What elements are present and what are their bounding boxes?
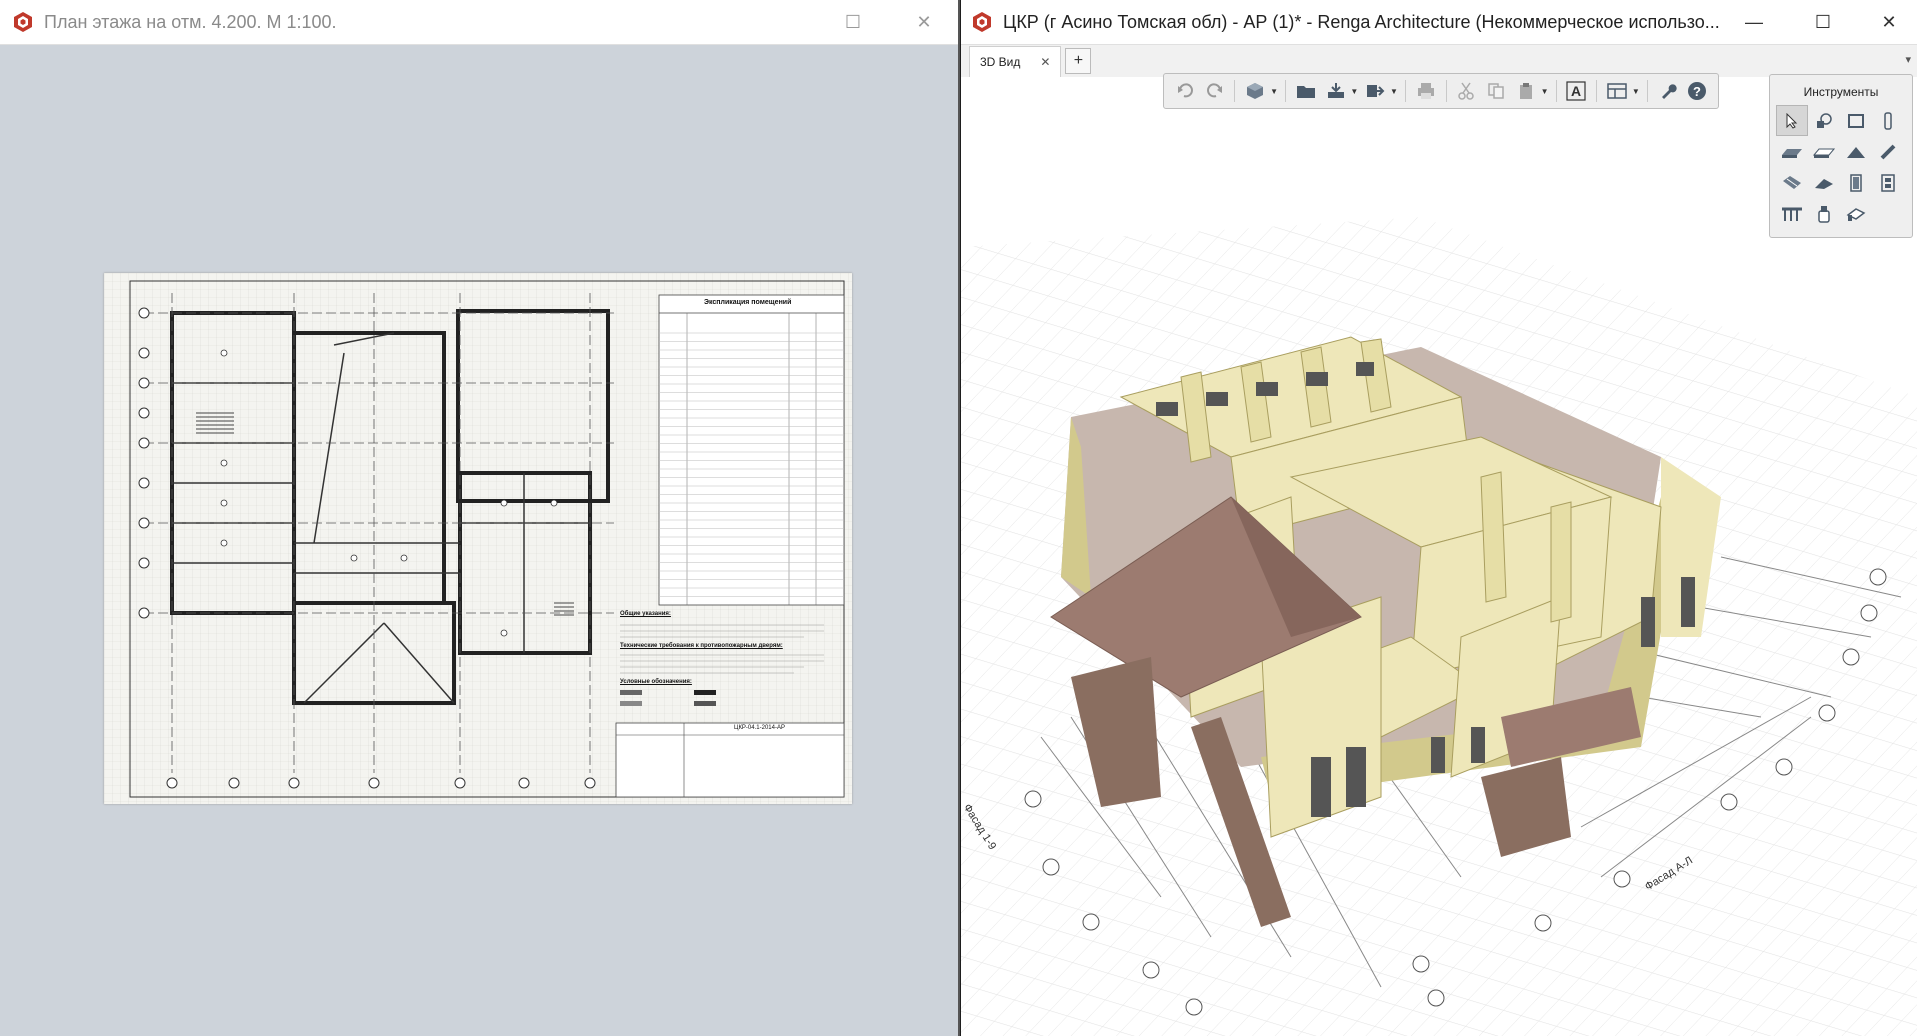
- properties-dropdown-icon[interactable]: ▼: [1632, 87, 1640, 96]
- svg-text:?: ?: [1693, 84, 1701, 99]
- close-button[interactable]: ✕: [1861, 0, 1917, 44]
- view-cube-icon[interactable]: [1242, 77, 1268, 105]
- stair-tool-icon[interactable]: [1776, 167, 1808, 198]
- equipment-tool-icon[interactable]: [1808, 198, 1840, 229]
- tools-panel-title: Инструменты: [1803, 85, 1879, 99]
- import-icon[interactable]: [1323, 77, 1349, 105]
- tab-menu-icon[interactable]: ▾: [1905, 53, 1911, 66]
- tab-label: 3D Вид: [980, 55, 1021, 69]
- dimension-tool-icon[interactable]: [1808, 105, 1840, 136]
- toolbar-separator: [1404, 80, 1406, 102]
- plan-titlebar: План этажа на отм. 4.200. М 1:100. ☐ ✕: [0, 0, 958, 45]
- opening-tool-icon[interactable]: [1872, 167, 1904, 198]
- redo-icon[interactable]: [1202, 77, 1228, 105]
- room-tool-icon[interactable]: [1840, 198, 1872, 229]
- notes-title: Общие указания:: [620, 611, 671, 617]
- export-icon[interactable]: [1362, 77, 1388, 105]
- undo-icon[interactable]: [1172, 77, 1198, 105]
- maximize-button[interactable]: ☐: [1795, 0, 1851, 44]
- slab-tool-icon[interactable]: [1776, 136, 1808, 167]
- select-tool-icon[interactable]: [1776, 105, 1808, 136]
- renga-titlebar: ЦКР (г Асино Томская обл) - АР (1)* - Re…: [961, 0, 1917, 45]
- svg-text:A: A: [1571, 83, 1581, 99]
- plan-window: План этажа на отм. 4.200. М 1:100. ☐ ✕ Э…: [0, 0, 960, 1036]
- floor-tool-icon[interactable]: [1808, 136, 1840, 167]
- renga-window-title: ЦКР (г Асино Томская обл) - АР (1)* - Re…: [1003, 11, 1720, 32]
- renga-app-icon: [973, 12, 991, 32]
- drawing-sheet[interactable]: Экспликация помещений Общие указания: Те…: [104, 273, 852, 804]
- window-tool-icon[interactable]: [1840, 105, 1872, 136]
- symbols-title: Условные обозначения:: [620, 679, 692, 685]
- tools-panel: Инструменты: [1769, 74, 1913, 238]
- print-icon[interactable]: [1413, 77, 1439, 105]
- column-tool-icon[interactable]: [1872, 105, 1904, 136]
- stamp-code: ЦКР-04.1-2014-АР: [734, 725, 785, 731]
- paste-icon[interactable]: [1513, 77, 1539, 105]
- settings-wrench-icon[interactable]: [1655, 77, 1681, 105]
- renga-app-icon: [14, 12, 32, 32]
- copy-icon[interactable]: [1483, 77, 1509, 105]
- roof-tool-icon[interactable]: [1840, 136, 1872, 167]
- toolbar-separator: [1445, 80, 1447, 102]
- import-dropdown-icon[interactable]: ▼: [1350, 87, 1358, 96]
- toolbar-separator: [1596, 80, 1598, 102]
- plan-window-title: План этажа на отм. 4.200. М 1:100.: [44, 11, 337, 32]
- add-tab-button[interactable]: +: [1065, 48, 1092, 74]
- properties-icon[interactable]: [1604, 77, 1630, 105]
- beam-tool-icon[interactable]: [1872, 136, 1904, 167]
- tech-requirements-title: Технические требования к противопожарным…: [620, 643, 783, 649]
- toolbar-separator: [1646, 80, 1648, 102]
- view-dropdown-icon[interactable]: ▼: [1270, 87, 1278, 96]
- text-style-icon[interactable]: A: [1563, 77, 1589, 105]
- main-toolbar: ▼ ▼ ▼ ▼ A ▼ ?: [1163, 73, 1719, 109]
- tab-3d-view[interactable]: 3D Вид ✕: [969, 46, 1062, 77]
- legend-title: Экспликация помещений: [704, 299, 792, 306]
- maximize-button[interactable]: ☐: [825, 0, 881, 44]
- close-button[interactable]: ✕: [896, 0, 952, 44]
- ramp-tool-icon[interactable]: [1808, 167, 1840, 198]
- help-icon[interactable]: ?: [1684, 77, 1710, 105]
- export-dropdown-icon[interactable]: ▼: [1390, 87, 1398, 96]
- toolbar-separator: [1234, 80, 1236, 102]
- minimize-button[interactable]: —: [1726, 0, 1782, 44]
- toolbar-separator: [1555, 80, 1557, 102]
- folder-icon[interactable]: [1293, 77, 1319, 105]
- railing-tool-icon[interactable]: [1776, 198, 1808, 229]
- cut-icon[interactable]: [1453, 77, 1479, 105]
- paste-dropdown-icon[interactable]: ▼: [1541, 87, 1549, 96]
- door-tool-icon[interactable]: [1840, 167, 1872, 198]
- toolbar-separator: [1285, 80, 1286, 102]
- tab-close-icon[interactable]: ✕: [1040, 55, 1050, 69]
